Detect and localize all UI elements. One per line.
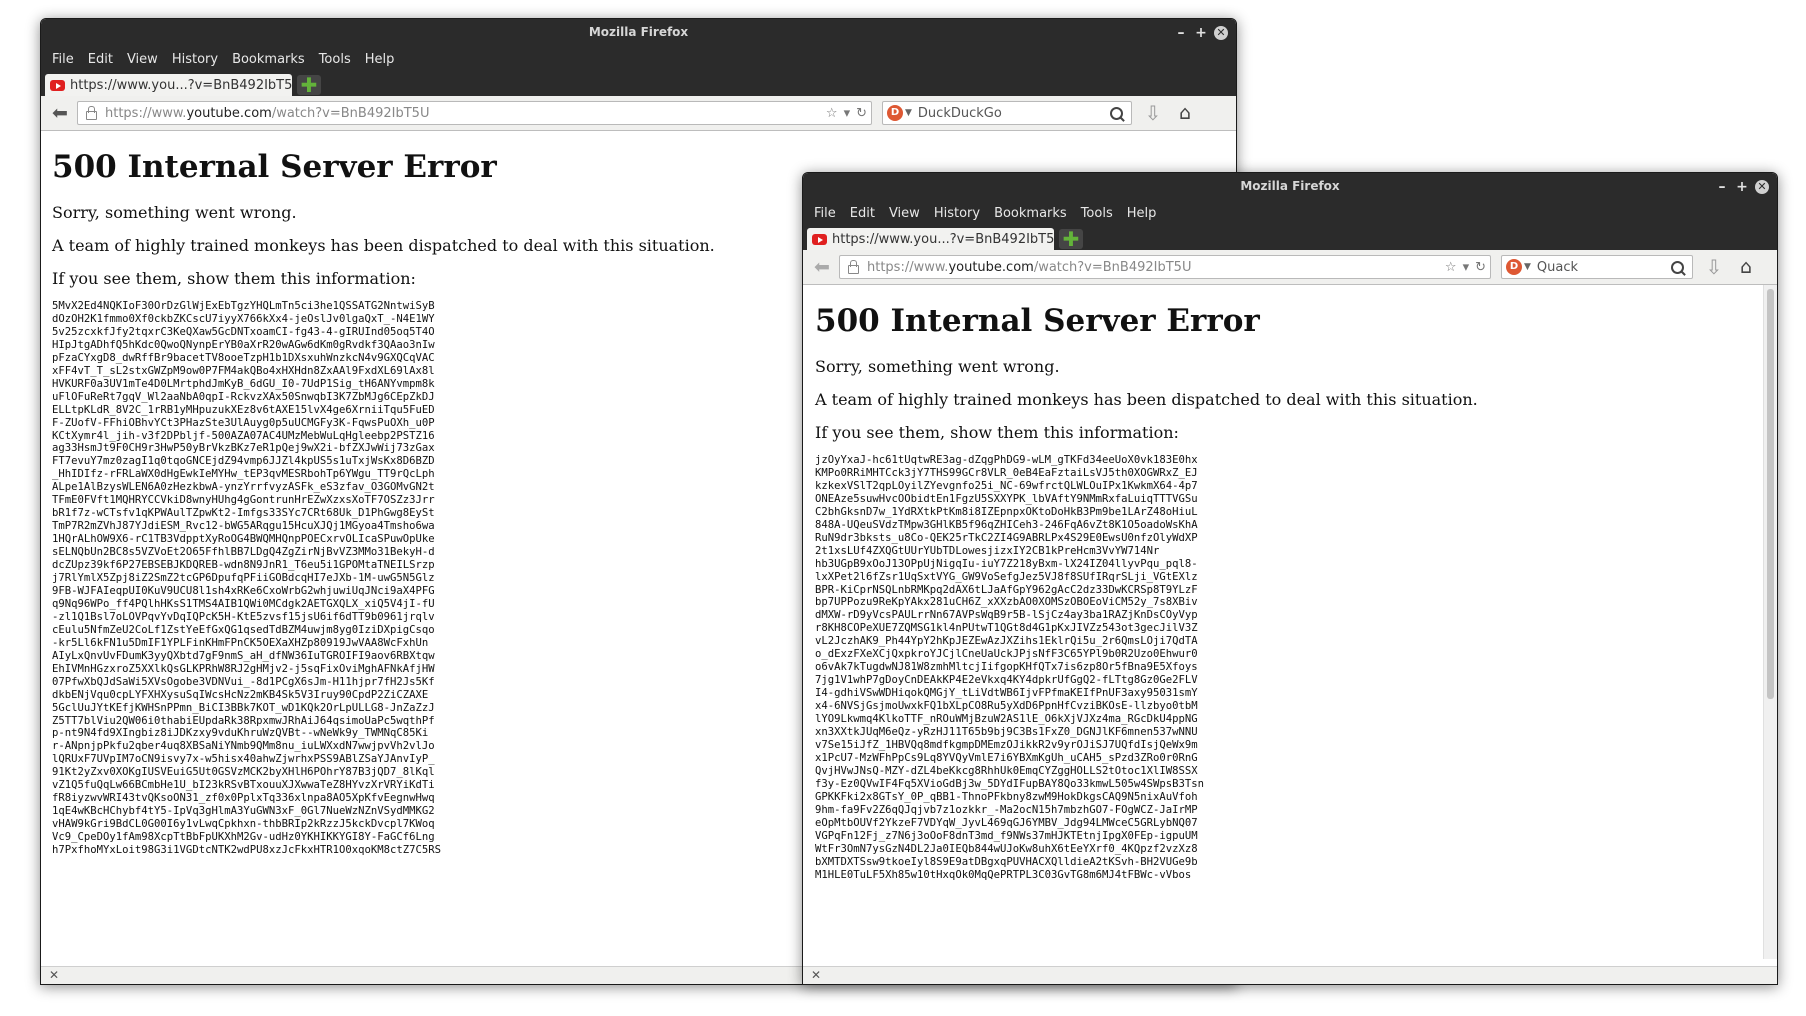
vertical-scrollbar[interactable] [1763, 285, 1777, 959]
navigation-toolbar: ⬅ https://www.youtube.com/watch?v=BnB492… [803, 250, 1777, 285]
window-controls: – + ✕ [1174, 19, 1228, 46]
new-tab-button[interactable]: ✚ [1059, 229, 1083, 249]
minimize-icon[interactable]: – [1174, 26, 1188, 40]
error-line-1: Sorry, something went wrong. [815, 357, 1060, 376]
menu-edit[interactable]: Edit [843, 206, 882, 221]
menu-view[interactable]: View [120, 52, 165, 67]
home-icon[interactable]: ⌂ [1172, 102, 1198, 124]
menu-edit[interactable]: Edit [81, 52, 120, 67]
error-traceback: jzOyYxaJ-hc61tUqtwRE3ag-dZqgPhDG9-wLM_gT… [815, 454, 1205, 881]
tab-bar: https://www.you...?v=BnB492IbT5U ✚ [41, 72, 1236, 96]
menu-bookmarks[interactable]: Bookmarks [987, 206, 1074, 221]
tab-title: https://www.you...?v=BnB492IbT5U [70, 77, 292, 93]
search-bar[interactable]: D ▼ DuckDuckGo [882, 101, 1132, 125]
plus-icon: ✚ [300, 73, 318, 97]
lock-icon [848, 259, 859, 274]
minimize-icon[interactable]: – [1715, 180, 1729, 194]
navigation-toolbar: ⬅ https://www.youtube.com/watch?v=BnB492… [41, 96, 1236, 131]
error-line-3: If you see them, show them this informat… [815, 423, 1179, 442]
lock-icon [86, 105, 97, 120]
page-content: 500 Internal Server Error Sorry, somethi… [803, 285, 1777, 959]
plus-icon: ✚ [1062, 227, 1080, 251]
firefox-window-front[interactable]: Mozilla Firefox – + ✕ File Edit View His… [802, 172, 1778, 985]
new-tab-button[interactable]: ✚ [297, 75, 321, 95]
title-bar[interactable]: Mozilla Firefox – + ✕ [803, 173, 1777, 200]
search-bar[interactable]: D ▼ Quack [1501, 255, 1693, 279]
url-domain: youtube.com [948, 259, 1034, 275]
tab-title: https://www.you...?v=BnB492IbT5U [832, 231, 1054, 247]
engine-dropdown-icon[interactable]: ▼ [905, 108, 912, 118]
back-arrow-icon[interactable]: ⬅ [47, 103, 73, 123]
url-prefix: https://www. [105, 105, 187, 121]
duckduckgo-icon[interactable]: D [1506, 259, 1522, 275]
url-suffix: /watch?v=BnB492IbT5U [271, 105, 430, 121]
scrollbar-thumb[interactable] [1767, 289, 1774, 699]
url-prefix: https://www. [867, 259, 949, 275]
menu-bar: File Edit View History Bookmarks Tools H… [41, 46, 1236, 72]
error-line-2: A team of highly trained monkeys has bee… [815, 390, 1478, 409]
reload-icon[interactable]: ↻ [856, 106, 867, 121]
window-title: Mozilla Firefox [1240, 179, 1340, 193]
menu-view[interactable]: View [882, 206, 927, 221]
title-bar[interactable]: Mozilla Firefox – + ✕ [41, 19, 1236, 46]
menu-tools[interactable]: Tools [312, 52, 358, 67]
reload-icon[interactable]: ↻ [1475, 260, 1486, 275]
youtube-favicon-icon [50, 79, 65, 91]
maximize-icon[interactable]: + [1735, 180, 1749, 194]
download-icon[interactable]: ⇩ [1140, 101, 1166, 125]
search-icon[interactable] [1671, 260, 1684, 274]
menu-bar: File Edit View History Bookmarks Tools H… [803, 200, 1777, 226]
search-icon[interactable] [1110, 106, 1123, 120]
dropdown-arrow-icon[interactable]: ▾ [1463, 260, 1470, 275]
search-engine-placeholder: Quack [1536, 259, 1579, 275]
url-bar[interactable]: https://www.youtube.com/watch?v=BnB492Ib… [839, 255, 1491, 279]
menu-file[interactable]: File [45, 52, 81, 67]
engine-dropdown-icon[interactable]: ▼ [1524, 262, 1531, 272]
menu-bookmarks[interactable]: Bookmarks [225, 52, 312, 67]
back-arrow-icon[interactable]: ⬅ [809, 257, 835, 277]
tab-bar: https://www.you...?v=BnB492IbT5U ✚ [803, 226, 1777, 250]
tab-youtube[interactable]: https://www.you...?v=BnB492IbT5U [807, 228, 1054, 250]
youtube-favicon-icon [812, 233, 827, 245]
bookmark-star-icon[interactable]: ☆ [1445, 260, 1457, 275]
url-domain: youtube.com [186, 105, 272, 121]
window-title: Mozilla Firefox [588, 25, 689, 39]
menu-history[interactable]: History [927, 206, 987, 221]
close-findbar-icon[interactable]: ✕ [811, 968, 821, 982]
status-bar: ✕ [803, 966, 1777, 984]
dropdown-arrow-icon[interactable]: ▾ [844, 106, 851, 121]
duckduckgo-icon[interactable]: D [887, 105, 903, 121]
download-icon[interactable]: ⇩ [1701, 255, 1727, 279]
close-icon[interactable]: ✕ [1755, 179, 1769, 194]
close-findbar-icon[interactable]: ✕ [49, 968, 59, 982]
bookmark-star-icon[interactable]: ☆ [826, 106, 838, 121]
url-suffix: /watch?v=BnB492IbT5U [1033, 259, 1192, 275]
close-icon[interactable]: ✕ [1214, 25, 1228, 40]
home-icon[interactable]: ⌂ [1733, 256, 1759, 278]
menu-file[interactable]: File [807, 206, 843, 221]
maximize-icon[interactable]: + [1194, 26, 1208, 40]
tab-youtube[interactable]: https://www.you...?v=BnB492IbT5U [45, 74, 292, 96]
menu-help[interactable]: Help [1120, 206, 1164, 221]
menu-history[interactable]: History [165, 52, 225, 67]
menu-help[interactable]: Help [358, 52, 402, 67]
search-engine-placeholder: DuckDuckGo [917, 105, 1002, 121]
error-heading: 500 Internal Server Error [815, 303, 1260, 339]
url-bar[interactable]: https://www.youtube.com/watch?v=BnB492Ib… [77, 101, 872, 125]
menu-tools[interactable]: Tools [1074, 206, 1120, 221]
window-controls: – + ✕ [1715, 173, 1769, 200]
